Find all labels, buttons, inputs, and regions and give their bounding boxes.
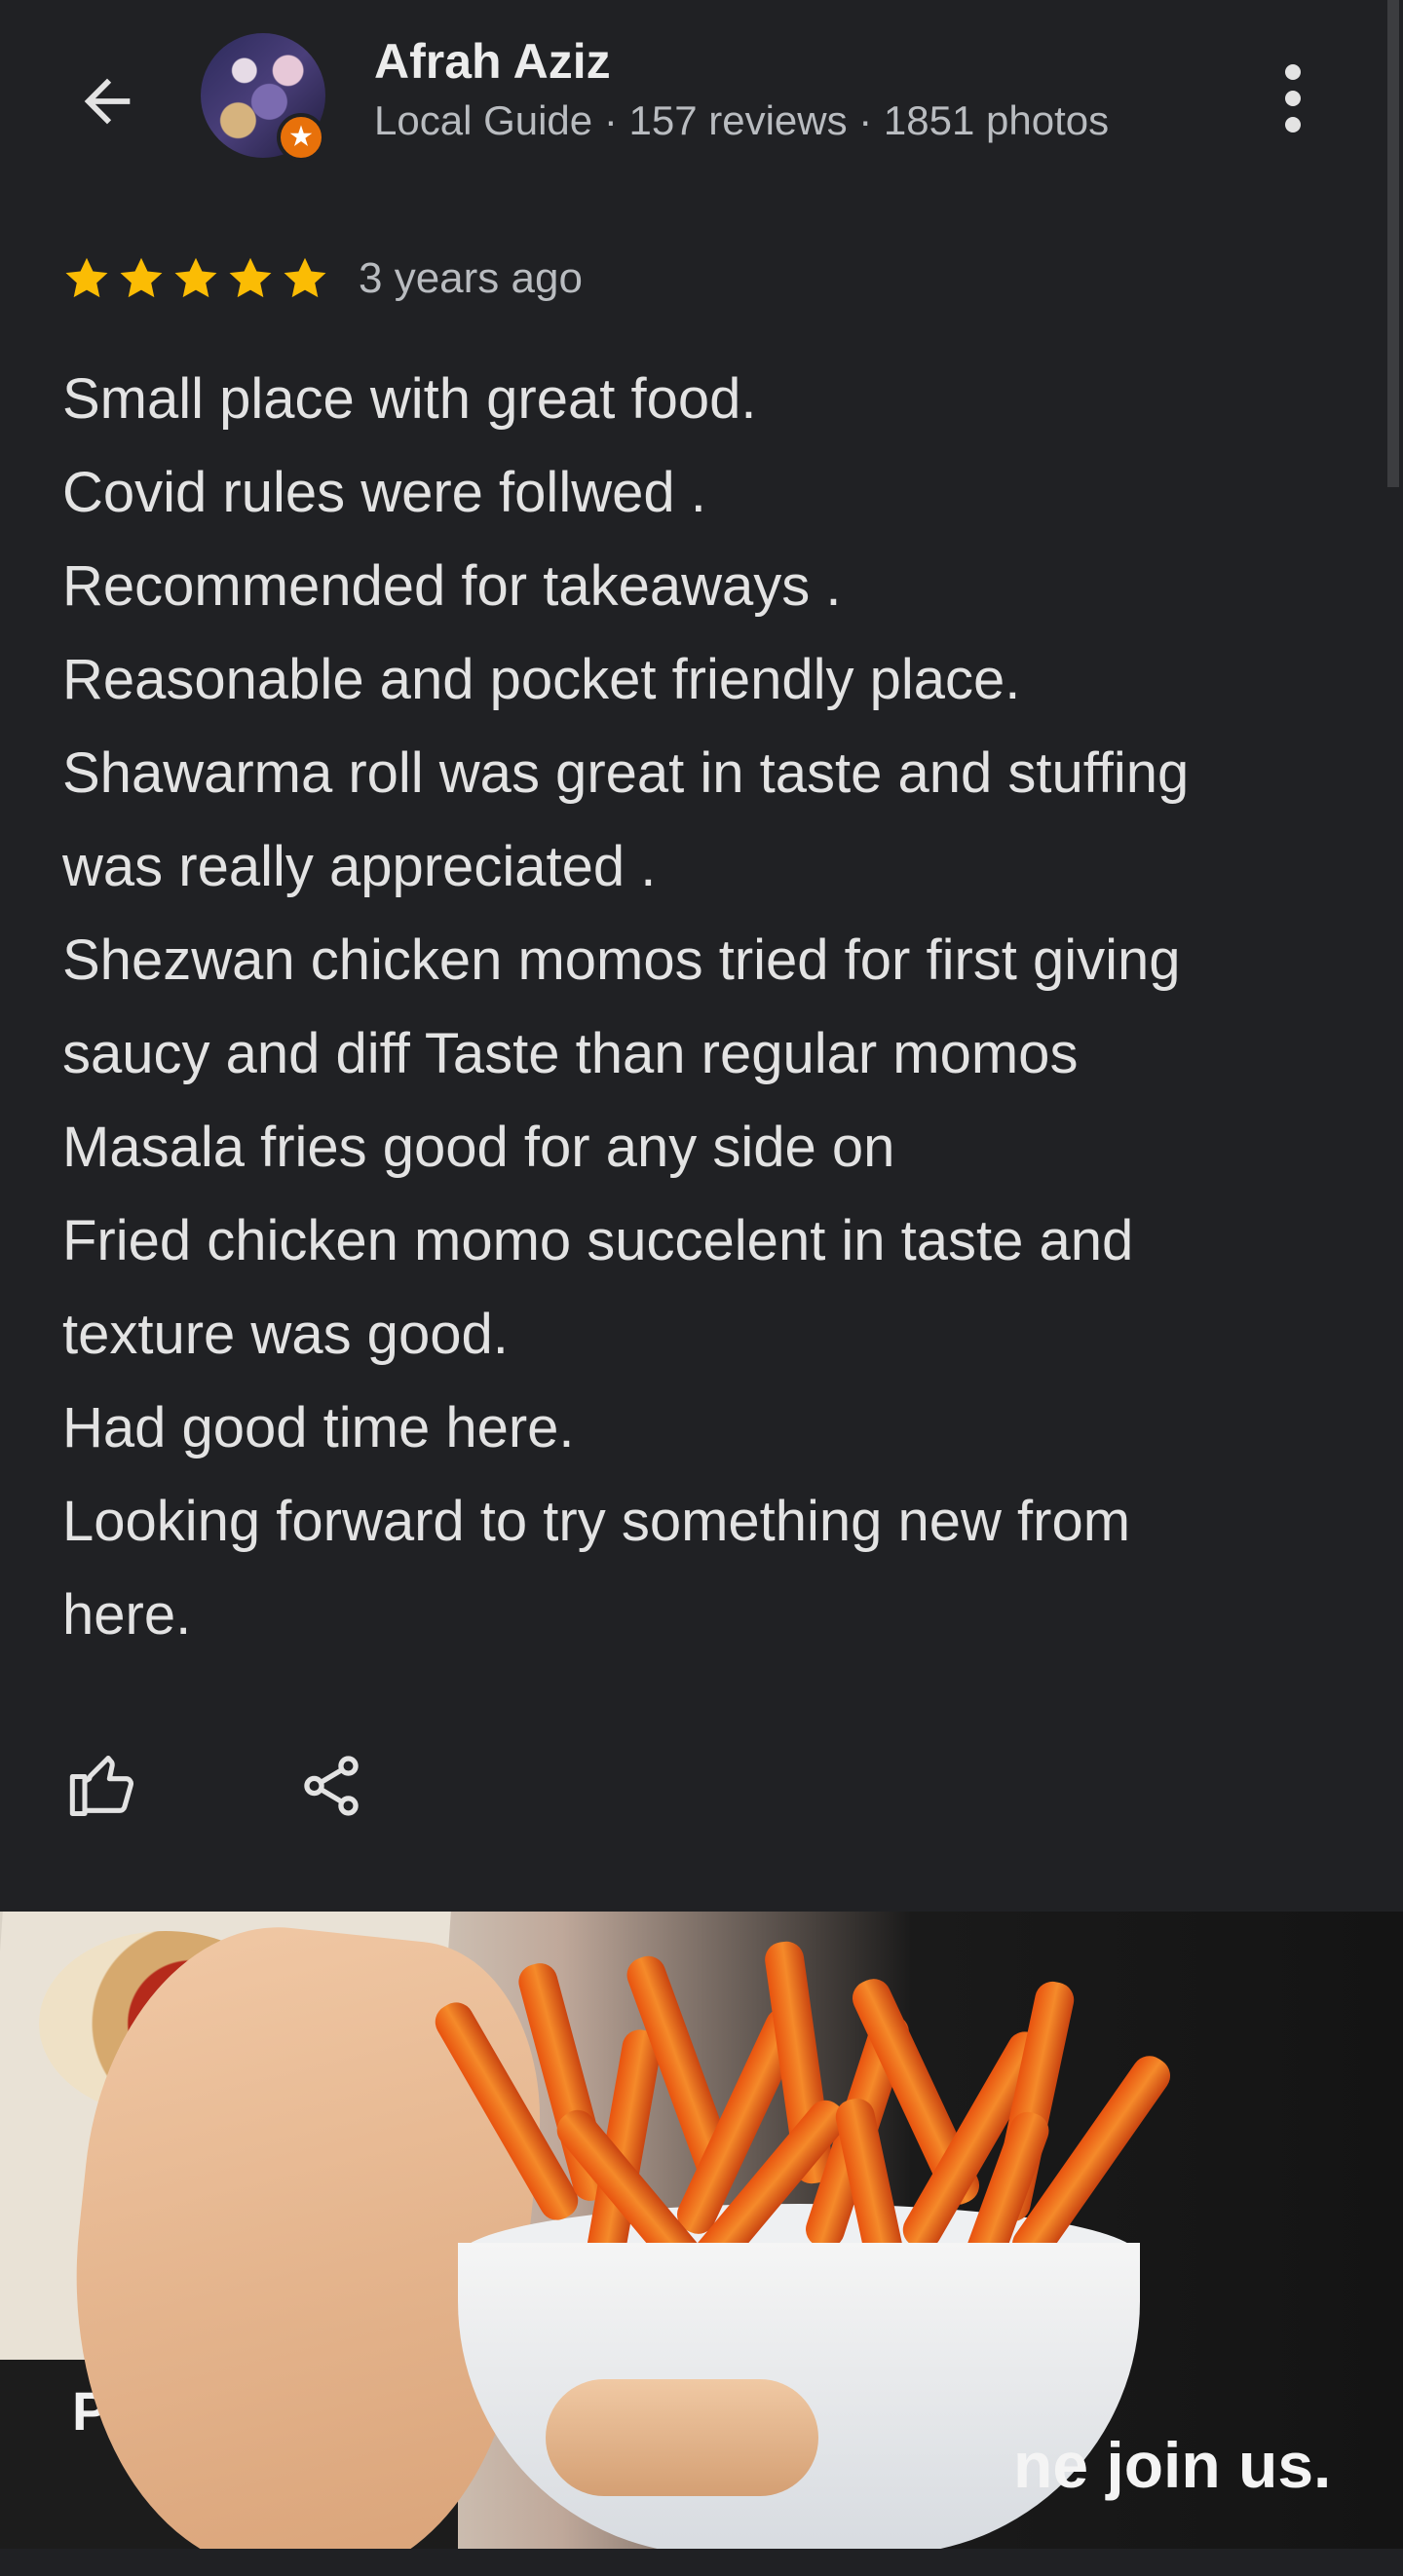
scrollbar[interactable]: [1387, 0, 1399, 487]
review-line: Had good time here.: [62, 1396, 575, 1459]
star-filled-icon: [284, 257, 326, 298]
review-line: Small place with great food.: [62, 367, 757, 431]
more-dot: [1285, 64, 1301, 80]
more-options-icon[interactable]: [1269, 55, 1317, 142]
review-age: 3 years ago: [359, 254, 583, 302]
review-line: texture was good.: [62, 1303, 509, 1366]
review-line: Masala fries good for any side on: [62, 1116, 895, 1179]
review-line: Fried chicken momo succelent in taste an…: [62, 1209, 1134, 1272]
thumb-image: [546, 2379, 818, 2496]
reviewer-stats: Local Guide · 157 reviews · 1851 photos: [374, 97, 1110, 143]
review-actions: [62, 1744, 372, 1832]
review-line: Covid rules were follwed .: [62, 461, 706, 524]
reviewer-name[interactable]: Afrah Aziz: [374, 33, 611, 90]
share-button[interactable]: [290, 1747, 372, 1829]
star-rating: [62, 254, 329, 303]
more-dot: [1285, 117, 1301, 133]
review-photo[interactable]: Pull ne join us.: [0, 1912, 1403, 2549]
review-line: Shawarma roll was great in taste and stu…: [62, 741, 1190, 805]
review-line: Reasonable and pocket friendly place.: [62, 648, 1021, 711]
review-line: saucy and diff Taste than regular momos: [62, 1022, 1079, 1085]
rating-row: 3 years ago: [62, 249, 583, 308]
review-line: Recommended for takeaways .: [62, 554, 842, 618]
review-text: Small place with great food. Covid rules …: [62, 353, 1348, 1662]
star-filled-icon: [120, 257, 163, 298]
top-bar: Afrah Aziz Local Guide · 157 reviews · 1…: [0, 0, 1403, 195]
star-filled-icon: [174, 257, 217, 298]
photo-sign-text-right: ne join us.: [1013, 2429, 1332, 2501]
star-filled-icon: [229, 257, 272, 298]
like-button[interactable]: [62, 1747, 144, 1829]
review-line: Shezwan chicken momos tried for first gi…: [62, 928, 1181, 992]
local-guide-badge-icon: [277, 113, 325, 162]
review-line: here.: [62, 1583, 192, 1647]
more-dot: [1285, 91, 1301, 106]
bottom-strip: [0, 2549, 1403, 2576]
star-filled-icon: [65, 257, 108, 298]
back-arrow-icon[interactable]: [66, 60, 148, 142]
thumb-up-icon: [66, 1749, 140, 1828]
share-icon: [297, 1752, 365, 1825]
review-line: was really appreciated .: [62, 835, 657, 898]
review-line: Looking forward to try something new fro…: [62, 1490, 1131, 1553]
